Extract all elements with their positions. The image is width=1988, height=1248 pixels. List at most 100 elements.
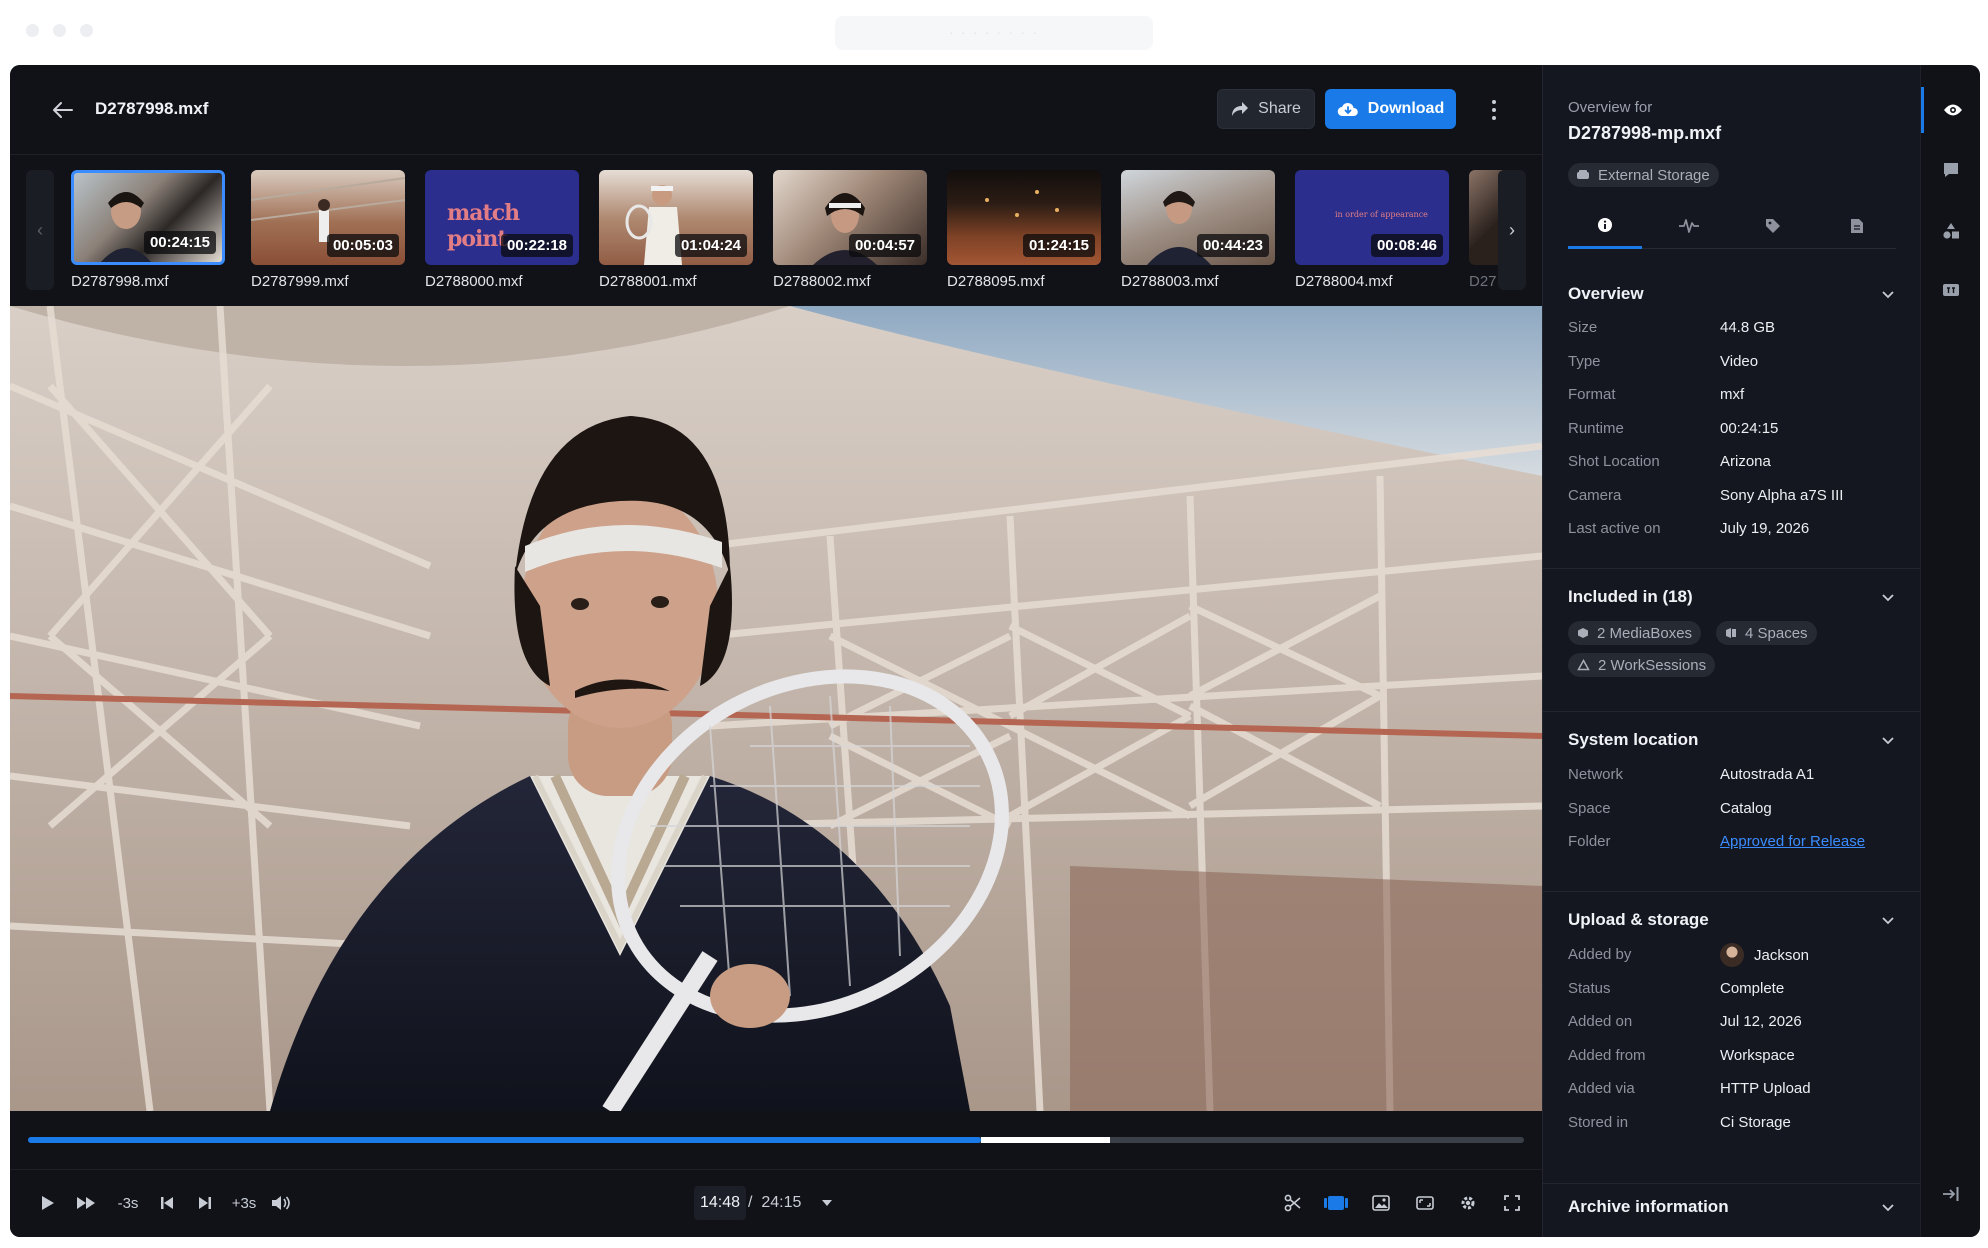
share-button[interactable]: Share: [1217, 89, 1315, 129]
shapes-icon: [1943, 223, 1959, 239]
thumbnail-duration: 00:05:03: [326, 234, 399, 257]
progress-track[interactable]: [28, 1137, 1524, 1143]
play-button[interactable]: [32, 1188, 62, 1218]
snapshot-button[interactable]: [1366, 1188, 1396, 1218]
thumbnail-image: 00:44:23: [1121, 170, 1275, 265]
row-label: Format: [1568, 386, 1616, 403]
chevron-down-icon[interactable]: [1881, 914, 1895, 928]
spaces-pill[interactable]: 4 Spaces: [1716, 621, 1817, 645]
thumbnail-name: D2788004.mxf: [1295, 273, 1393, 290]
next-frame-button[interactable]: [190, 1188, 220, 1218]
chevron-down-icon[interactable]: [1881, 1201, 1895, 1215]
filmstrip-item[interactable]: 00:04:57 D2788002.mxf: [773, 156, 927, 306]
tab-info[interactable]: [1568, 203, 1642, 249]
row-label: Added from: [1568, 1047, 1646, 1064]
settings-button[interactable]: [1453, 1188, 1483, 1218]
thumbnail-title-text: in order of appearance: [1335, 210, 1428, 219]
total-time-value: 24:15: [761, 1194, 802, 1211]
skip-forward-button[interactable]: +3s: [227, 1188, 261, 1218]
chevron-down-icon[interactable]: [1881, 734, 1895, 748]
rail-shapes-button[interactable]: [1921, 208, 1980, 254]
row-value: HTTP Upload: [1720, 1080, 1811, 1097]
panel-tabs: [1568, 203, 1896, 249]
download-button[interactable]: Download: [1325, 89, 1456, 129]
thumbnail-image: 00:24:15: [71, 170, 225, 265]
skip-back-button[interactable]: -3s: [111, 1188, 145, 1218]
rail-comments-button[interactable]: [1921, 147, 1980, 193]
mediaboxes-pill[interactable]: 2 MediaBoxes: [1568, 621, 1702, 645]
filmstrip-icon: [1324, 1196, 1348, 1210]
trim-button[interactable]: [1278, 1188, 1308, 1218]
rail-captions-button[interactable]: [1921, 267, 1980, 313]
row-label: Size: [1568, 319, 1598, 336]
row-value: Autostrada A1: [1720, 766, 1815, 783]
spaces-icon: [1726, 628, 1736, 638]
back-button[interactable]: [48, 95, 78, 125]
side-rail: [1920, 65, 1980, 1237]
overview-title: Overview: [1568, 284, 1644, 303]
chevron-right-icon: ›: [1509, 219, 1515, 240]
image-icon: [1372, 1195, 1390, 1211]
worksessions-pill[interactable]: 2 WorkSessions: [1568, 653, 1716, 677]
row-value: July 19, 2026: [1720, 520, 1810, 537]
thumbnail-image: match point 00:22:18: [425, 170, 579, 265]
progress-played: [28, 1137, 981, 1143]
tab-tags[interactable]: [1736, 203, 1810, 249]
row-label: Runtime: [1568, 420, 1624, 437]
row-value: Complete: [1720, 980, 1785, 997]
window-controls: [26, 24, 93, 37]
window-close-dot[interactable]: [26, 24, 39, 37]
tab-document[interactable]: [1820, 203, 1894, 249]
filmstrip-item[interactable]: 00:24:15 D2787998.mxf: [71, 156, 225, 306]
upload-storage-section: Upload & storage Added by Jackson Status…: [1543, 891, 1920, 1191]
fullscreen-button[interactable]: [1497, 1188, 1527, 1218]
avatar: [1720, 943, 1744, 967]
video-frame[interactable]: [10, 306, 1542, 1111]
caret-down-icon: [822, 1200, 832, 1206]
folder-link[interactable]: Approved for Release: [1720, 833, 1865, 850]
filmstrip-item[interactable]: 00:05:03 D2787999.mxf: [251, 156, 405, 306]
captions-icon: [1943, 284, 1959, 296]
thumbnail-name: D2788000.mxf: [425, 273, 523, 290]
fast-forward-icon: [77, 1197, 95, 1209]
filmstrip-item[interactable]: 01:04:24 D2788001.mxf: [599, 156, 753, 306]
row-value: Workspace: [1720, 1047, 1795, 1064]
volume-button[interactable]: [266, 1188, 296, 1218]
cloud-download-icon: [1337, 102, 1358, 117]
address-bar[interactable]: · · · · · · · ·: [835, 16, 1153, 50]
thumbnail-image: in order of appearance 00:08:46: [1295, 170, 1449, 265]
chevron-down-icon[interactable]: [1881, 288, 1895, 302]
collapse-panel-button[interactable]: [1921, 1171, 1980, 1217]
filmstrip-item[interactable]: 01:24:15 D2788095.mxf: [947, 156, 1101, 306]
control-bar: -3s +3s 14:48 / 24:15: [10, 1169, 1542, 1237]
row-label: Shot Location: [1568, 453, 1660, 470]
window-zoom-dot[interactable]: [80, 24, 93, 37]
current-time[interactable]: 14:48: [694, 1186, 746, 1220]
cube-icon: [1578, 628, 1588, 638]
fullscreen-icon: [1504, 1195, 1520, 1211]
filmstrip-item[interactable]: match point 00:22:18 D2788000.mxf: [425, 156, 579, 306]
more-options-button[interactable]: [1480, 95, 1508, 125]
details-panel: Overview for D2787998-mp.mxf External St…: [1542, 65, 1920, 1237]
fast-forward-button[interactable]: [71, 1188, 101, 1218]
previous-frame-button[interactable]: [152, 1188, 182, 1218]
filmstrip-toggle-button[interactable]: [1320, 1188, 1352, 1218]
row-value: 00:24:15: [1720, 420, 1779, 437]
thumbnail-duration: 00:04:57: [848, 234, 921, 257]
total-time: / 24:15: [748, 1194, 801, 1212]
filmstrip-next-button[interactable]: ›: [1498, 170, 1526, 290]
row-label: Network: [1568, 766, 1624, 783]
filmstrip-item[interactable]: 00:44:23 D2788003.mxf: [1121, 156, 1275, 306]
thumbnail-name: D2788095.mxf: [947, 273, 1045, 290]
rail-overview-button[interactable]: [1921, 87, 1980, 133]
window-minimize-dot[interactable]: [53, 24, 66, 37]
more-dot-icon: [1492, 108, 1496, 112]
filmstrip-prev-button[interactable]: ‹: [26, 170, 54, 290]
filmstrip-item[interactable]: in order of appearance 00:08:46 D2788004…: [1295, 156, 1449, 306]
panel-file-name: D2787998-mp.mxf: [1568, 123, 1722, 143]
filmstrip: ‹ 00:24:15 D2787998.mxf 00:05:03 D278799…: [10, 156, 1542, 306]
tab-waveform[interactable]: [1652, 203, 1726, 249]
time-format-dropdown[interactable]: [816, 1188, 838, 1218]
aspect-ratio-button[interactable]: [1410, 1188, 1440, 1218]
chevron-down-icon[interactable]: [1881, 591, 1895, 605]
